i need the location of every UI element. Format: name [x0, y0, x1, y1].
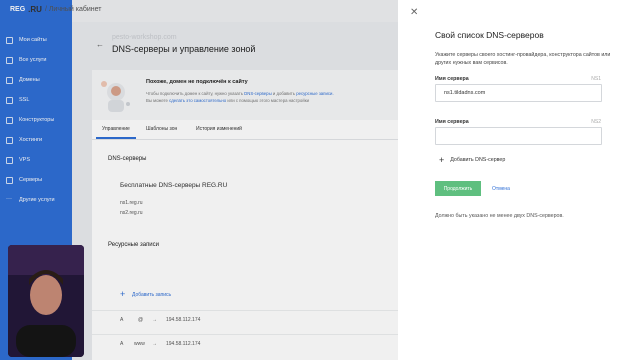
continue-button[interactable]: Продолжить	[435, 181, 481, 196]
drawer-description: Укажите серверы своего хостинг-провайдер…	[435, 52, 611, 66]
plus-icon: +	[439, 155, 445, 165]
dns-drawer: ✕ Свой список DNS-серверов Укажите серве…	[398, 0, 640, 360]
drawer-title: Свой список DNS-серверов	[435, 30, 544, 40]
hint-text: Должно быть указано не менее двух DNS-се…	[435, 213, 564, 219]
ns1-label: Имя сервера	[435, 76, 469, 82]
ns1-input[interactable]	[435, 84, 602, 102]
cancel-button[interactable]: Отмена	[486, 181, 516, 196]
ns2-input[interactable]	[435, 127, 602, 145]
dim-overlay	[0, 0, 398, 360]
add-dns-label: Добавить DNS-сервер	[450, 157, 506, 163]
ns2-number: NS2	[591, 119, 601, 125]
close-icon[interactable]: ✕	[410, 7, 418, 18]
ns1-number: NS1	[591, 76, 601, 82]
add-dns-server-button[interactable]: + Добавить DNS-сервер	[439, 155, 505, 165]
ns2-label: Имя сервера	[435, 119, 469, 125]
